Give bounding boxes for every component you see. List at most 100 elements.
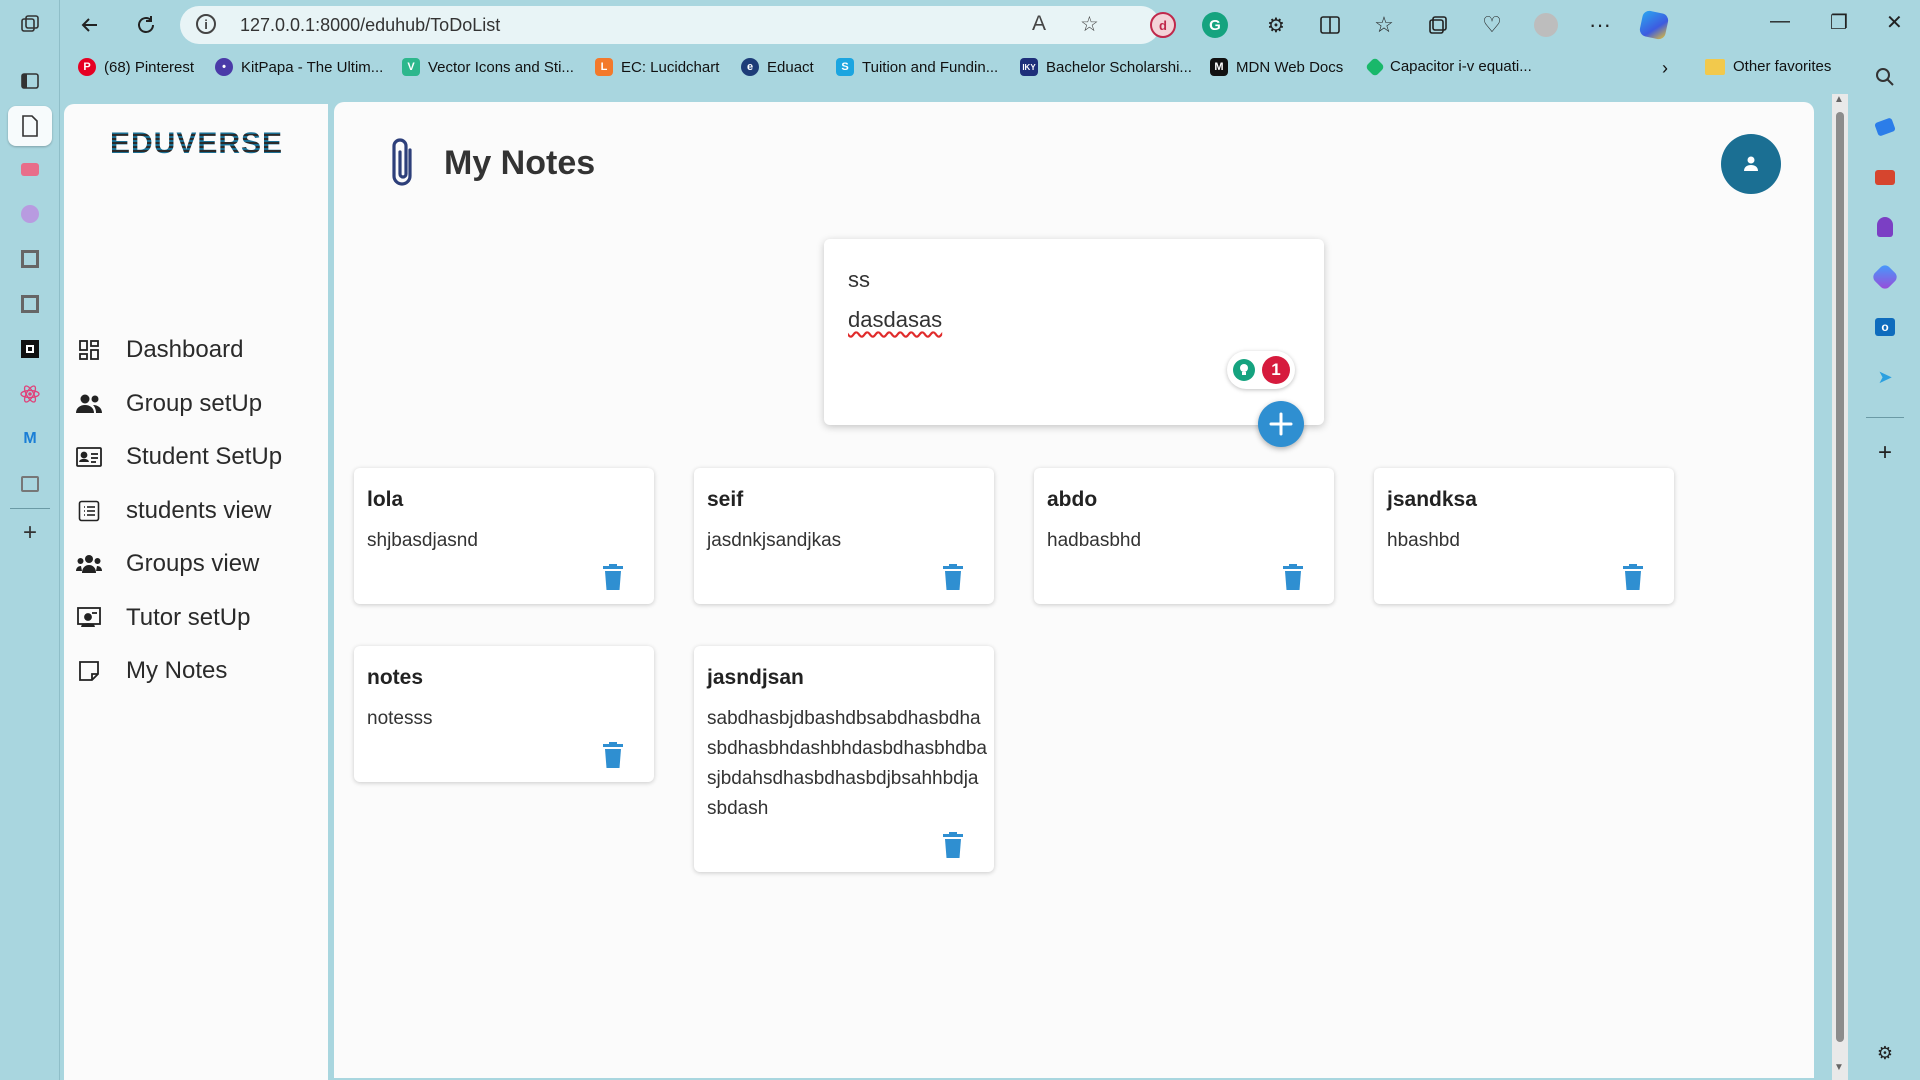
- note-card: abdo hadbasbhd: [1034, 468, 1334, 604]
- note-card: seif jasdnkjsandjkas: [694, 468, 994, 604]
- note-body: jasdnkjsandjkas: [707, 530, 842, 551]
- note-title: lola: [367, 488, 404, 511]
- capacitor-icon: [1365, 56, 1385, 77]
- collections-icon[interactable]: [1422, 9, 1454, 41]
- games-icon[interactable]: [1872, 214, 1898, 240]
- scrollbar-thumb[interactable]: [1836, 112, 1844, 1042]
- note-icon: [74, 656, 104, 686]
- nav-group-setup[interactable]: Group setUp: [74, 384, 262, 424]
- delete-trash-icon[interactable]: [602, 564, 624, 590]
- nav-students-view[interactable]: students view: [74, 491, 271, 531]
- scroll-down-arrow[interactable]: ▼: [1834, 1062, 1844, 1073]
- search-icon[interactable]: [1872, 64, 1898, 90]
- bookmark-scholarship[interactable]: IKY Bachelor Scholarshi...: [1020, 58, 1192, 76]
- add-note-button[interactable]: [1258, 401, 1304, 447]
- more-options-icon[interactable]: ···: [1584, 9, 1616, 41]
- m365-icon[interactable]: [1870, 262, 1900, 292]
- dashboard-icon: [74, 335, 104, 365]
- scroll-up-arrow[interactable]: ▲: [1834, 94, 1844, 105]
- bookmark-pinterest[interactable]: P (68) Pinterest: [78, 58, 194, 76]
- extensions-puzzle-icon[interactable]: ⚙: [1260, 9, 1292, 41]
- bookmark-lucidchart[interactable]: L EC: Lucidchart: [595, 58, 719, 76]
- tab-icon[interactable]: [17, 471, 43, 497]
- nav-student-setup[interactable]: Student SetUp: [74, 437, 282, 477]
- nav-dashboard[interactable]: Dashboard: [74, 330, 243, 370]
- tools-briefcase-icon[interactable]: [1872, 164, 1898, 190]
- outlook-icon[interactable]: o: [1872, 314, 1898, 340]
- nav-groups-view[interactable]: Groups view: [74, 544, 259, 584]
- note-title: notes: [367, 666, 424, 689]
- delete-trash-icon[interactable]: [602, 742, 624, 768]
- main-content: My Notes ss dasdasas 1 lola shjbasdjasnd…: [334, 102, 1814, 1078]
- read-aloud-icon[interactable]: A: [1032, 12, 1046, 36]
- plus-icon: [1269, 412, 1293, 436]
- bookmark-vector-icons[interactable]: V Vector Icons and Sti...: [402, 58, 574, 76]
- profile-icon[interactable]: [1530, 9, 1562, 41]
- bookmarks-bar: P (68) Pinterest • KitPapa - The Ultim... …: [60, 50, 1920, 86]
- site-info-icon[interactable]: i: [196, 14, 216, 34]
- browser-titlebar: i 127.0.0.1:8000/eduhub/ToDoList A ☆ d G…: [60, 0, 1920, 50]
- id-card-icon: [74, 442, 104, 472]
- bookmark-kitpapa[interactable]: • KitPapa - The Ultim...: [215, 58, 383, 76]
- lucidchart-icon: L: [595, 58, 613, 76]
- youtube-tab-icon[interactable]: [17, 156, 43, 182]
- delete-trash-icon[interactable]: [942, 832, 964, 858]
- composer-body-input[interactable]: dasdasas: [848, 307, 942, 333]
- favorites-icon[interactable]: ☆: [1368, 9, 1400, 41]
- react-tab-icon[interactable]: [17, 381, 43, 407]
- copilot-icon[interactable]: [1638, 9, 1670, 41]
- scholarship-icon: IKY: [1020, 58, 1038, 76]
- tab-icon[interactable]: [17, 246, 43, 272]
- close-window-icon[interactable]: ✕: [1886, 10, 1903, 35]
- address-bar[interactable]: i 127.0.0.1:8000/eduhub/ToDoList A ☆: [180, 6, 1160, 44]
- send-icon[interactable]: ➤: [1872, 364, 1898, 390]
- app-sidebar: EDUVERSE Dashboard Group setUp Student S…: [64, 104, 328, 1080]
- sidebar-settings-icon[interactable]: ⚙: [1872, 1040, 1898, 1066]
- pinterest-icon: P: [78, 58, 96, 76]
- nav-my-notes[interactable]: My Notes: [74, 651, 227, 691]
- new-tab-icon[interactable]: +: [17, 519, 43, 546]
- bookmark-other-favorites[interactable]: Other favorites: [1705, 58, 1831, 75]
- mui-tab-icon[interactable]: M: [17, 426, 43, 452]
- bookmark-capacitor[interactable]: Capacitor i-v equati...: [1365, 56, 1532, 77]
- kitpapa-icon: •: [215, 58, 233, 76]
- refresh-icon[interactable]: [130, 9, 162, 41]
- tutor-icon: [74, 603, 104, 633]
- shopping-tag-icon[interactable]: [1872, 114, 1898, 140]
- nav-tutor-setup[interactable]: Tutor setUp: [74, 598, 251, 638]
- user-avatar-button[interactable]: [1721, 134, 1781, 194]
- tab-actions-icon[interactable]: [17, 68, 43, 94]
- bookmark-mdn[interactable]: M MDN Web Docs: [1210, 58, 1343, 76]
- eduverse-logo: EDUVERSE: [110, 128, 282, 158]
- favorite-star-icon[interactable]: ☆: [1080, 12, 1099, 37]
- back-icon[interactable]: [74, 9, 106, 41]
- note-composer[interactable]: ss dasdasas 1: [824, 239, 1324, 447]
- extension-icon[interactable]: d: [1150, 12, 1176, 38]
- add-sidebar-app-icon[interactable]: +: [1872, 439, 1898, 466]
- browser-essentials-icon[interactable]: ♡: [1476, 9, 1508, 41]
- composer-title-input[interactable]: ss: [848, 267, 870, 293]
- mdn-icon: M: [1210, 58, 1228, 76]
- delete-trash-icon[interactable]: [942, 564, 964, 590]
- note-body: shjbasdjasnd: [367, 530, 478, 551]
- bookmark-eduact[interactable]: e Eduact: [741, 58, 814, 76]
- split-screen-icon[interactable]: [1314, 9, 1346, 41]
- bookmarks-overflow-icon[interactable]: ›: [1662, 58, 1668, 79]
- delete-trash-icon[interactable]: [1282, 564, 1304, 590]
- note-card: lola shjbasdjasnd: [354, 468, 654, 604]
- bookmark-tuition[interactable]: S Tuition and Fundin...: [836, 58, 998, 76]
- maximize-icon[interactable]: ❐: [1830, 10, 1848, 35]
- info-tab-icon[interactable]: [17, 201, 43, 227]
- tab-icon[interactable]: [17, 291, 43, 317]
- delete-trash-icon[interactable]: [1622, 564, 1644, 590]
- grammarly-bulb-icon: [1233, 359, 1255, 381]
- user-icon: [1744, 156, 1758, 171]
- grammarly-extension-icon[interactable]: G: [1202, 12, 1228, 38]
- eduact-icon: e: [741, 58, 759, 76]
- workspaces-icon[interactable]: [17, 12, 43, 38]
- groups-icon: [74, 549, 104, 579]
- minimize-icon[interactable]: —: [1770, 10, 1790, 33]
- tab-icon[interactable]: [17, 336, 43, 362]
- folder-icon: [1705, 58, 1725, 75]
- grammarly-widget[interactable]: 1: [1227, 351, 1295, 389]
